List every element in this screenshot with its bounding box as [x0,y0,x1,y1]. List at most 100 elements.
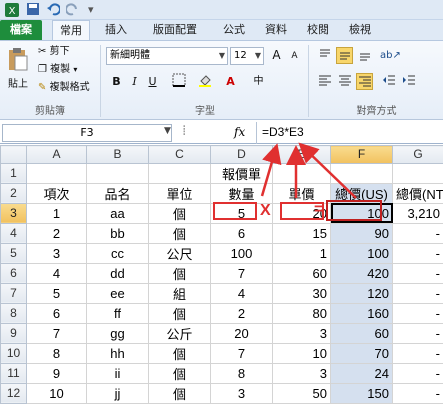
row-header-5[interactable]: 5 [0,242,27,264]
font-name-combo[interactable]: 新細明體 ▼ [106,47,228,65]
tab-insert[interactable]: 插入 [96,20,136,40]
align-top-icon[interactable] [316,47,333,64]
cell-d7[interactable]: 4 [210,282,273,304]
italic-button[interactable]: I [126,73,143,90]
column-header-b[interactable]: B [86,145,149,164]
cell-d5[interactable]: 100 [210,242,273,264]
cell-e12[interactable]: 50 [272,382,331,404]
align-center-icon[interactable] [336,73,353,90]
align-left-icon[interactable] [316,73,333,90]
column-header-a[interactable]: A [26,145,87,164]
cell-c7[interactable]: 組 [148,282,211,304]
cell-a10[interactable]: 8 [26,342,87,364]
cell-f1[interactable] [330,162,393,184]
paste-button[interactable]: 貼上 [4,47,32,92]
cell-e9[interactable]: 3 [272,322,331,344]
align-middle-icon[interactable] [336,47,353,64]
cell-g4[interactable]: - [392,222,443,244]
redo-icon[interactable] [65,2,80,18]
tab-page-layout[interactable]: 版面配置 [140,20,210,40]
cell-f7[interactable]: 120 [330,282,393,304]
cell-a11[interactable]: 9 [26,362,87,384]
undo-icon[interactable] [46,2,61,18]
cell-f9[interactable]: 60 [330,322,393,344]
cell-b6[interactable]: dd [86,262,149,284]
cell-b8[interactable]: ff [86,302,149,324]
cell-c4[interactable]: 個 [148,222,211,244]
tab-data[interactable]: 資料 [256,20,296,40]
cell-g12[interactable]: - [392,382,443,404]
cell-f5[interactable]: 100 [330,242,393,264]
chevron-down-icon[interactable]: ▼ [164,126,171,136]
cell-b4[interactable]: bb [86,222,149,244]
cell-c9[interactable]: 公斤 [148,322,211,344]
tab-home[interactable]: 常用 [52,20,90,40]
cell-f6[interactable]: 420 [330,262,393,284]
cell-g8[interactable]: - [392,302,443,324]
cell-g3[interactable]: 3,210 [392,202,443,224]
align-bottom-icon[interactable] [356,47,373,64]
cell-a6[interactable]: 4 [26,262,87,284]
column-header-f[interactable]: F [330,145,393,164]
column-header-c[interactable]: C [148,145,211,164]
cell-c2[interactable]: 單位 [148,182,211,204]
copy-button[interactable]: ❐ 複製 ▾ [38,63,77,77]
decrease-indent-icon[interactable] [380,73,397,90]
formula-input[interactable]: =D3*E3 [262,125,304,139]
cell-g2[interactable]: 總價(NT) [392,182,443,204]
row-header-11[interactable]: 11 [0,362,27,384]
cell-d12[interactable]: 3 [210,382,273,404]
cell-e7[interactable]: 30 [272,282,331,304]
cell-g6[interactable]: - [392,262,443,284]
cell-a5[interactable]: 3 [26,242,87,264]
row-header-10[interactable]: 10 [0,342,27,364]
name-box[interactable]: F3 [2,124,172,142]
grow-font-button[interactable]: A [268,47,285,64]
cell-d2[interactable]: 數量 [210,182,273,204]
format-painter-button[interactable]: ✎ 複製格式 [38,81,90,95]
cell-b12[interactable]: jj [86,382,149,404]
column-header-e[interactable]: E [272,145,331,164]
cut-button[interactable]: ✂ 剪下 [38,45,70,59]
cell-a12[interactable]: 10 [26,382,87,404]
cell-g11[interactable]: - [392,362,443,384]
borders-icon[interactable] [170,73,187,90]
orientation-icon[interactable]: ab↗ [380,47,401,64]
cell-f11[interactable]: 24 [330,362,393,384]
cell-d4[interactable]: 6 [210,222,273,244]
cell-a3[interactable]: 1 [26,202,87,224]
cell-a4[interactable]: 2 [26,222,87,244]
cell-a8[interactable]: 6 [26,302,87,324]
cell-f12[interactable]: 150 [330,382,393,404]
cell-b1[interactable] [86,162,149,184]
cell-b9[interactable]: gg [86,322,149,344]
cell-c1[interactable] [148,162,211,184]
cell-c12[interactable]: 個 [148,382,211,404]
row-header-2[interactable]: 2 [0,182,27,204]
tab-file[interactable]: 檔案 [0,20,42,40]
cell-b3[interactable]: aa [86,202,149,224]
cell-c6[interactable]: 個 [148,262,211,284]
cell-d1[interactable]: 報價單 [210,162,273,184]
bold-button[interactable]: B [108,73,125,90]
tab-review[interactable]: 校閱 [298,20,338,40]
cell-f10[interactable]: 70 [330,342,393,364]
cell-b11[interactable]: ii [86,362,149,384]
column-header-d[interactable]: D [210,145,273,164]
column-header-g[interactable]: G [392,145,443,164]
cell-e2[interactable]: 單價 [272,182,331,204]
cell-a7[interactable]: 5 [26,282,87,304]
cell-b2[interactable]: 品名 [86,182,149,204]
cell-d10[interactable]: 7 [210,342,273,364]
cell-e1[interactable] [272,162,331,184]
row-header-4[interactable]: 4 [0,222,27,244]
cell-d11[interactable]: 8 [210,362,273,384]
cell-e5[interactable]: 1 [272,242,331,264]
cell-e10[interactable]: 10 [272,342,331,364]
row-header-8[interactable]: 8 [0,302,27,324]
cell-g7[interactable]: - [392,282,443,304]
cell-c3[interactable]: 個 [148,202,211,224]
cell-b10[interactable]: hh [86,342,149,364]
row-header-3[interactable]: 3 [0,202,27,224]
row-header-7[interactable]: 7 [0,282,27,304]
